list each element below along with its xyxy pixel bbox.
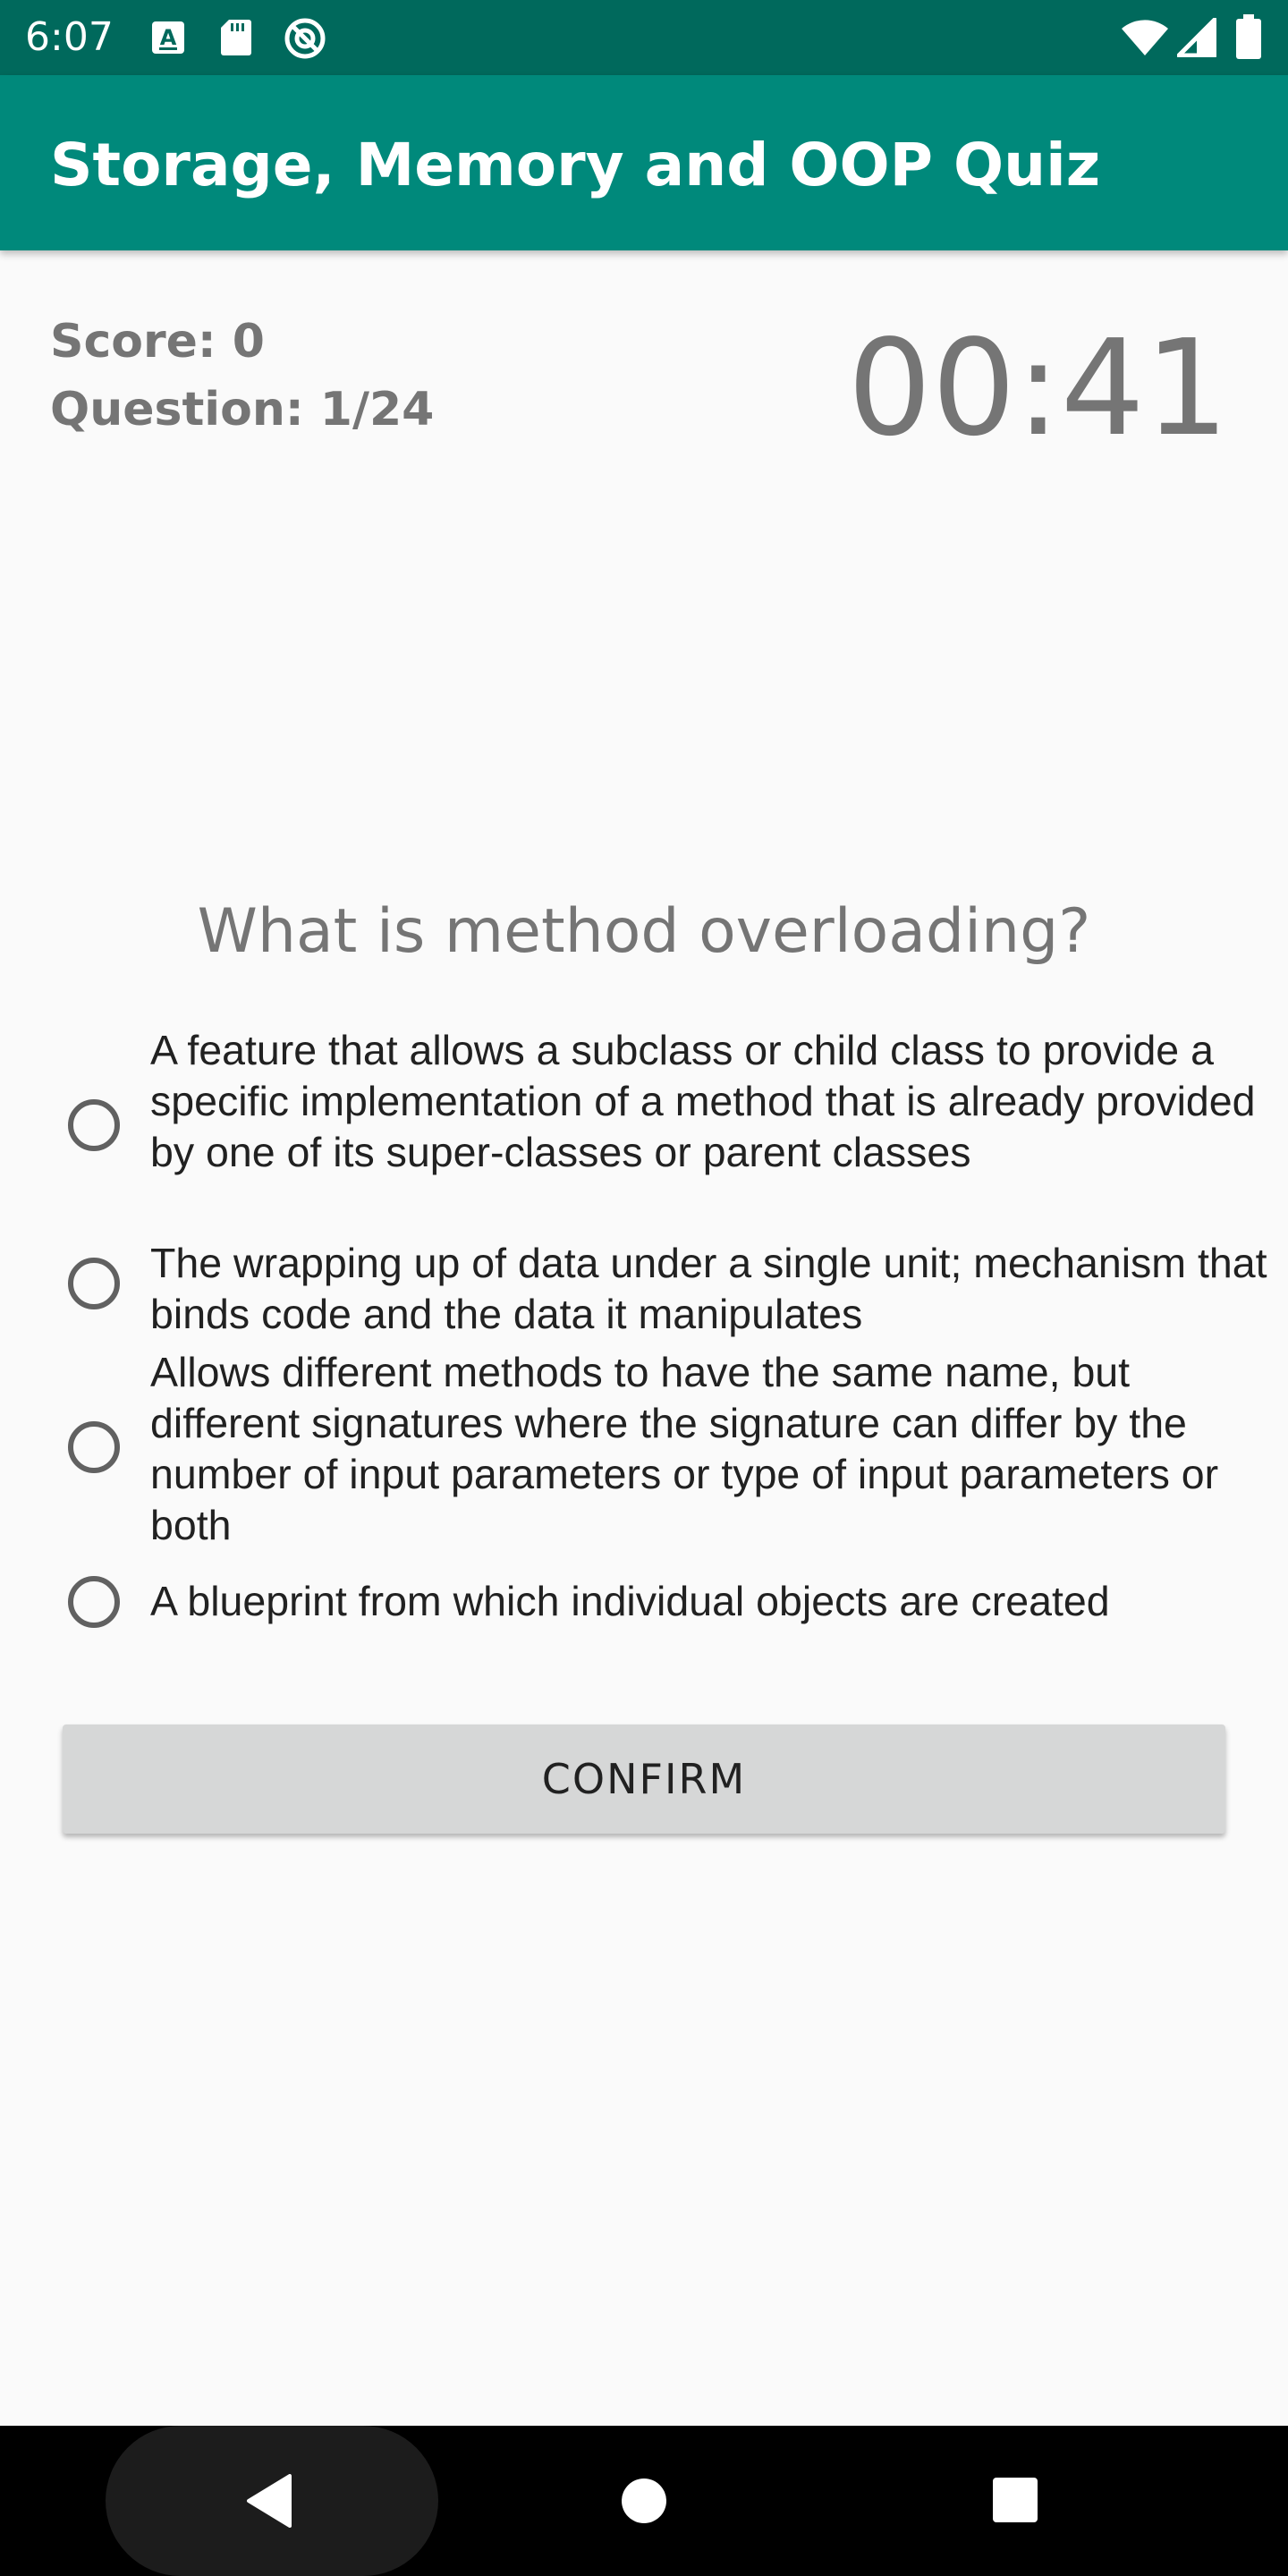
answer-option-4[interactable]: A blueprint from which individual object… bbox=[0, 1576, 1288, 1639]
back-icon bbox=[245, 2474, 293, 2531]
sd-card-icon bbox=[220, 18, 252, 61]
back-button[interactable] bbox=[106, 2426, 438, 2576]
countdown-timer: 00:41 bbox=[847, 311, 1229, 465]
app-bar: Storage, Memory and OOP Quiz bbox=[0, 75, 1288, 250]
option-label: A feature that allows a subclass or chil… bbox=[150, 1027, 1256, 1175]
radio-button[interactable] bbox=[68, 1576, 120, 1628]
score-label: Score: 0 bbox=[50, 315, 265, 369]
status-bar: 6:07 A bbox=[0, 0, 1288, 75]
option-label: The wrapping up of data under a single u… bbox=[150, 1240, 1267, 1337]
question-counter: Question: 1/24 bbox=[50, 383, 435, 436]
confirm-button[interactable]: CONFIRM bbox=[63, 1724, 1225, 1834]
radio-button[interactable] bbox=[68, 1421, 120, 1473]
answer-option-3[interactable]: Allows different methods to have the sam… bbox=[0, 1347, 1288, 1555]
navigation-bar bbox=[0, 2426, 1288, 2576]
answer-option-1[interactable]: A feature that allows a subclass or chil… bbox=[0, 1025, 1288, 1233]
radio-button[interactable] bbox=[68, 1258, 120, 1309]
home-icon[interactable] bbox=[621, 2478, 667, 2528]
option-label: A blueprint from which individual object… bbox=[150, 1578, 1110, 1624]
no-sync-icon bbox=[283, 16, 327, 64]
a11y-a-icon: A bbox=[150, 20, 186, 59]
wifi-icon bbox=[1120, 18, 1170, 61]
question-text: What is method overloading? bbox=[197, 896, 1091, 967]
option-label: Allows different methods to have the sam… bbox=[150, 1349, 1219, 1548]
app-title: Storage, Memory and OOP Quiz bbox=[50, 131, 1101, 199]
answer-option-2[interactable]: The wrapping up of data under a single u… bbox=[0, 1238, 1288, 1343]
svg-text:A: A bbox=[160, 25, 177, 50]
status-time: 6:07 bbox=[25, 14, 114, 60]
radio-button[interactable] bbox=[68, 1099, 120, 1151]
cell-signal-icon bbox=[1176, 17, 1217, 61]
recents-icon[interactable] bbox=[991, 2476, 1039, 2528]
battery-icon bbox=[1236, 14, 1261, 63]
